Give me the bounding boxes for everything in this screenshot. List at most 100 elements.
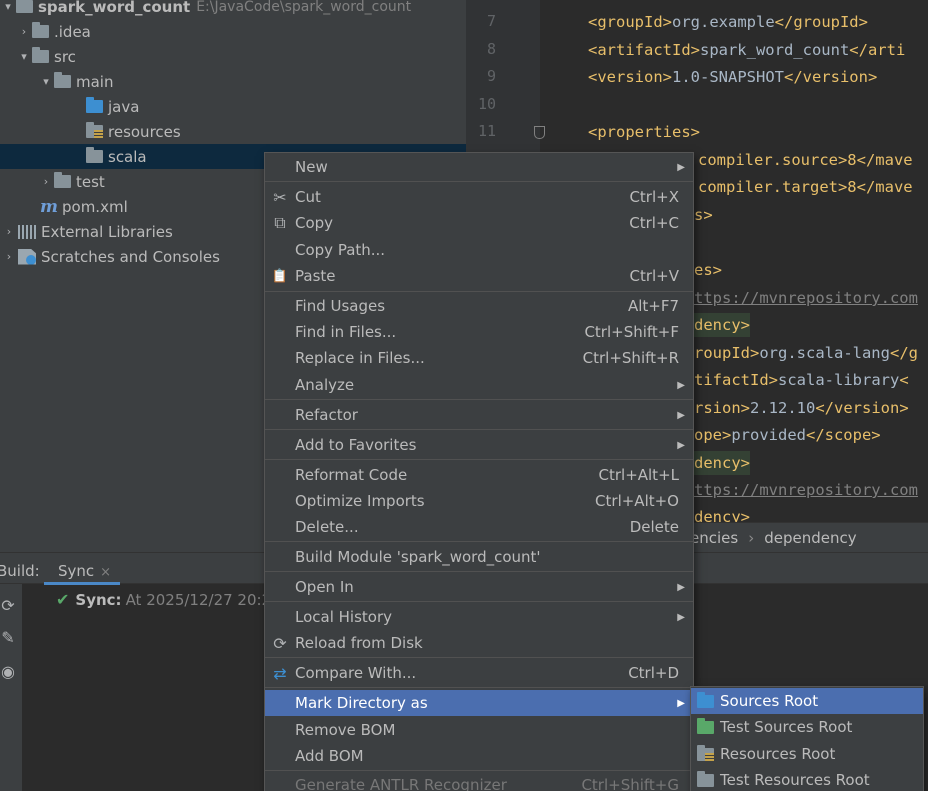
menu-separator xyxy=(265,687,693,688)
submenu-arrow-icon: ▶ xyxy=(677,409,685,421)
breadcrumb-item[interactable]: dependency xyxy=(764,529,856,547)
code-line: compiler.target>8</mave xyxy=(698,178,913,196)
tab-sync[interactable]: Sync × xyxy=(44,553,120,585)
menu-item-optimize-imports[interactable]: Optimize Imports Ctrl+Alt+O xyxy=(265,488,693,514)
code-line: tifactId>scala-library< xyxy=(694,371,909,389)
submenu-arrow-icon: ▶ xyxy=(677,379,685,391)
menu-separator xyxy=(265,541,693,542)
folder-icon xyxy=(32,22,49,38)
menu-separator xyxy=(265,399,693,400)
code-line: <groupId>org.example</groupId> xyxy=(588,13,868,31)
scala-label: scala xyxy=(108,147,147,166)
shortcut: Delete xyxy=(629,518,679,536)
maven-icon: m xyxy=(40,196,58,217)
test-label: test xyxy=(76,172,105,191)
menu-item-analyze[interactable]: Analyze ▶ xyxy=(265,372,693,398)
mark-directory-submenu: Sources Root Test Sources Root Resources… xyxy=(690,686,924,791)
resources-folder-icon xyxy=(86,122,103,138)
chevron-right-icon[interactable]: › xyxy=(0,250,18,263)
menu-item-compare-with[interactable]: ⇄ Compare With... Ctrl+D xyxy=(265,660,693,686)
menu-item-add-bom[interactable]: Add BOM xyxy=(265,743,693,769)
menu-item-delete[interactable]: Delete... Delete xyxy=(265,514,693,540)
menu-item-add-to-favorites[interactable]: Add to Favorites ▶ xyxy=(265,432,693,458)
chevron-down-icon[interactable]: ▾ xyxy=(16,50,32,63)
menu-item-remove-bom[interactable]: Remove BOM xyxy=(265,717,693,743)
tree-node-resources[interactable]: resources xyxy=(0,119,466,144)
submenu-item-resources-root[interactable]: Resources Root xyxy=(691,741,923,767)
reload-icon: ⟳ xyxy=(273,633,287,653)
menu-separator xyxy=(265,657,693,658)
check-icon: ✔ xyxy=(56,590,70,609)
test-sources-folder-icon xyxy=(697,718,714,734)
fold-marker-icon[interactable] xyxy=(534,126,545,139)
folder-icon xyxy=(86,147,103,163)
menu-item-paste[interactable]: 📋 Paste Ctrl+V xyxy=(265,263,693,289)
code-line: compiler.source>8</mave xyxy=(698,151,913,169)
submenu-item-test-resources-root[interactable]: Test Resources Root xyxy=(691,767,923,791)
submenu-arrow-icon: ▶ xyxy=(677,611,685,623)
library-icon xyxy=(18,224,36,239)
menu-item-local-history[interactable]: Local History ▶ xyxy=(265,604,693,630)
folder-icon xyxy=(54,72,71,88)
menu-item-reformat-code[interactable]: Reformat Code Ctrl+Alt+L xyxy=(265,462,693,488)
menu-separator xyxy=(265,770,693,771)
module-folder-icon xyxy=(16,0,33,13)
chevron-down-icon[interactable]: ▾ xyxy=(38,75,54,88)
scissors-icon: ✂ xyxy=(273,187,287,207)
code-line: es> xyxy=(694,261,722,279)
code-line: dency> xyxy=(694,313,750,337)
submenu-arrow-icon: ▶ xyxy=(677,161,685,173)
menu-item-copy[interactable]: ⧉ Copy Ctrl+C xyxy=(265,210,693,236)
close-icon[interactable]: × xyxy=(100,565,111,580)
menu-item-copy-path[interactable]: Copy Path... xyxy=(265,237,693,263)
source-folder-icon xyxy=(86,97,103,113)
code-line: <properties> xyxy=(588,123,700,141)
menu-item-replace-in-files[interactable]: Replace in Files... Ctrl+Shift+R xyxy=(265,345,693,371)
chevron-right-icon[interactable]: › xyxy=(0,225,18,238)
pom-label: pom.xml xyxy=(62,197,128,216)
menu-item-cut[interactable]: ✂ Cut Ctrl+X xyxy=(265,184,693,210)
menu-item-open-in[interactable]: Open In ▶ xyxy=(265,574,693,600)
shortcut: Ctrl+Alt+O xyxy=(595,492,679,510)
breadcrumb-item[interactable]: encies xyxy=(690,529,738,547)
menu-item-reload-from-disk[interactable]: ⟳ Reload from Disk xyxy=(265,630,693,656)
code-line: roupId>org.scala-lang</g xyxy=(694,344,918,362)
tree-node-root[interactable]: ▾ spark_word_count E:\JavaCode\spark_wor… xyxy=(0,0,466,19)
menu-item-find-in-files[interactable]: Find in Files... Ctrl+Shift+F xyxy=(265,319,693,345)
line-number: 9 xyxy=(486,67,496,85)
folder-icon xyxy=(32,47,49,63)
code-url[interactable]: ttps://mvnrepository.com xyxy=(694,286,918,310)
code-line: dency> xyxy=(694,508,750,522)
line-number: 8 xyxy=(486,40,496,58)
src-label: src xyxy=(54,47,76,66)
sync-status[interactable]: ✔ Sync: At 2025/12/27 20:2 xyxy=(56,590,271,609)
chevron-right-icon[interactable]: › xyxy=(16,25,32,38)
tree-node-java[interactable]: java xyxy=(0,94,466,119)
sync-tab-label: Sync xyxy=(58,562,95,580)
tree-node-src[interactable]: ▾ src xyxy=(0,44,466,69)
chevron-down-icon[interactable]: ▾ xyxy=(0,0,16,13)
chevron-right-icon[interactable]: › xyxy=(38,175,54,188)
pin-icon[interactable]: ✎ xyxy=(0,628,16,647)
tree-node-idea[interactable]: › .idea xyxy=(0,19,466,44)
menu-separator xyxy=(265,601,693,602)
menu-item-new[interactable]: New ▶ xyxy=(265,154,693,180)
resources-label: resources xyxy=(108,122,181,141)
menu-separator xyxy=(265,291,693,292)
menu-item-find-usages[interactable]: Find Usages Alt+F7 xyxy=(265,293,693,319)
refresh-icon[interactable]: ⟳ xyxy=(0,596,16,615)
menu-item-mark-directory-as[interactable]: Mark Directory as ▶ xyxy=(265,690,693,716)
code-url[interactable]: ttps://mvnrepository.com xyxy=(694,478,918,502)
java-label: java xyxy=(108,97,140,116)
submenu-item-test-sources-root[interactable]: Test Sources Root xyxy=(691,714,923,740)
tree-node-main[interactable]: ▾ main xyxy=(0,69,466,94)
breadcrumb-separator: › xyxy=(748,528,755,547)
menu-item-refactor[interactable]: Refactor ▶ xyxy=(265,402,693,428)
build-label: Build: xyxy=(0,562,40,580)
shortcut: Alt+F7 xyxy=(627,297,679,315)
submenu-item-sources-root[interactable]: Sources Root xyxy=(691,688,923,714)
shortcut: Ctrl+Alt+L xyxy=(598,466,680,484)
code-line: rsion>2.12.10</version> xyxy=(694,399,909,417)
menu-item-build-module[interactable]: Build Module 'spark_word_count' xyxy=(265,544,693,570)
eye-icon[interactable]: ◉ xyxy=(0,662,16,681)
